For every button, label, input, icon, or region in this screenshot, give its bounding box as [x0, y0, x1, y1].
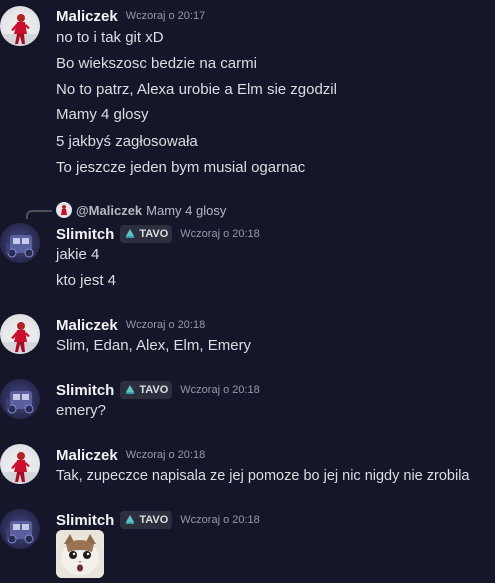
server-tag-label: TAVO [139, 514, 169, 526]
server-tag-label: TAVO [139, 384, 169, 396]
message-header: Maliczek Wczoraj o 20:18 [56, 315, 205, 335]
chat-log: Maliczek Wczoraj o 20:17 no to i tak git… [0, 0, 495, 583]
timestamp[interactable]: Wczoraj o 20:18 [126, 319, 205, 331]
maliczek-avatar-icon [0, 322, 40, 354]
message-header: Slimitch TAVO Wczoraj o 20:18 [56, 510, 260, 530]
server-tag[interactable]: TAVO [120, 511, 173, 529]
username[interactable]: Maliczek [56, 447, 118, 464]
message-text: Tak, zupeczce napisala ze jej pomoze bo … [56, 468, 470, 484]
username[interactable]: Slimitch [56, 512, 114, 529]
avatar[interactable] [0, 444, 40, 484]
message-header: Maliczek Wczoraj o 20:17 [56, 6, 205, 26]
avatar[interactable] [0, 379, 40, 419]
timestamp[interactable]: Wczoraj o 20:18 [180, 384, 259, 396]
avatar[interactable] [0, 509, 40, 549]
avatar[interactable] [0, 6, 40, 46]
water-drop-icon [126, 515, 135, 524]
username[interactable]: Slimitch [56, 226, 114, 243]
message-header: Slimitch TAVO Wczoraj o 20:18 [56, 380, 260, 400]
message-text: Slim, Edan, Alex, Elm, Emery [56, 337, 252, 354]
timestamp[interactable]: Wczoraj o 20:17 [126, 10, 205, 22]
slimitch-avatar-icon [6, 521, 34, 544]
username[interactable]: Slimitch [56, 382, 114, 399]
username[interactable]: Maliczek [56, 8, 118, 25]
timestamp[interactable]: Wczoraj o 20:18 [180, 228, 259, 240]
avatar[interactable] [0, 314, 40, 354]
avatar[interactable] [0, 223, 40, 263]
reply-avatar [56, 202, 72, 218]
message-header: Slimitch TAVO Wczoraj o 20:18 [56, 224, 260, 244]
message-text: Bo wiekszosc bedzie na carmi [56, 55, 257, 72]
message-text: No to patrz, Alexa urobie a Elm sie zgod… [56, 81, 337, 98]
water-drop-icon [126, 385, 135, 394]
server-tag[interactable]: TAVO [120, 225, 173, 243]
server-tag-label: TAVO [139, 228, 169, 240]
reply-spine [26, 209, 52, 219]
message-text: emery? [56, 402, 107, 419]
cat-emoji-icon [56, 530, 104, 578]
message-text: kto jest 4 [56, 272, 117, 289]
message-text: no to i tak git xD [56, 29, 164, 46]
water-drop-icon [126, 229, 135, 238]
reply-text[interactable]: Mamy 4 glosy [146, 203, 226, 218]
message-header: Maliczek Wczoraj o 20:18 [56, 445, 205, 465]
message-text: jakie 4 [56, 246, 100, 263]
message-text: To jeszcze jeden bym musial ogarnac [56, 159, 306, 176]
maliczek-avatar-icon [0, 452, 40, 484]
maliczek-avatar-icon [61, 205, 67, 215]
timestamp[interactable]: Wczoraj o 20:18 [180, 514, 259, 526]
message-text: Mamy 4 glosy [56, 106, 149, 123]
message-text: 5 jakbyś zagłosowała [56, 133, 198, 150]
slimitch-avatar-icon [6, 235, 34, 258]
slimitch-avatar-icon [6, 391, 34, 414]
timestamp[interactable]: Wczoraj o 20:18 [126, 449, 205, 461]
reply-preview[interactable]: @Maliczek Mamy 4 glosy [26, 201, 226, 219]
server-tag[interactable]: TAVO [120, 381, 173, 399]
cat-emoji-icon[interactable] [56, 530, 104, 578]
maliczek-avatar-icon [0, 14, 40, 46]
reply-author[interactable]: @Maliczek [76, 203, 142, 218]
username[interactable]: Maliczek [56, 317, 118, 334]
